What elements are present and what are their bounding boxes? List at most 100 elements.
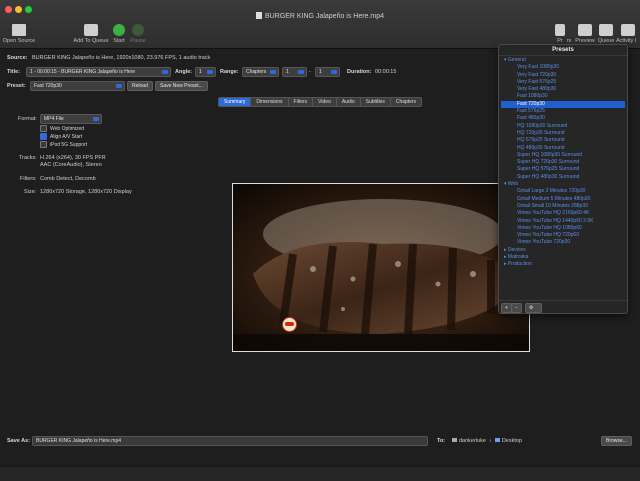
- preset-item[interactable]: Vimeo YouTube HQ 1080p60: [501, 225, 625, 232]
- presets-list: ▾ General Very Fast 1080p30 Very Fast 720p…: [501, 57, 625, 269]
- tab-summary[interactable]: Summary: [219, 98, 252, 106]
- range-to-select[interactable]: 1: [315, 67, 340, 77]
- preset-item[interactable]: Vimeo YouTube HQ 2160p60 4K: [501, 210, 625, 217]
- range-type-select[interactable]: Chapters: [242, 67, 279, 77]
- preset-item[interactable]: Super HQ 720p30 Surround: [501, 159, 625, 166]
- preset-group-general[interactable]: ▾ General: [501, 57, 625, 64]
- tab-subtitles[interactable]: Subtitles: [360, 98, 391, 106]
- film-clapper-icon: [12, 24, 26, 36]
- pause-button[interactable]: Pause: [128, 24, 148, 44]
- tab-video[interactable]: Video: [313, 98, 337, 106]
- remove-preset-button[interactable]: −: [511, 303, 522, 313]
- preset-item[interactable]: Vimeo YouTube HQ 1440p60 2.5K: [501, 218, 625, 225]
- tab-dimensions[interactable]: Dimensions: [251, 98, 289, 106]
- queue-icon: [599, 24, 613, 36]
- save-as-field[interactable]: BURGER KING Jalapeño is Here.mp4: [32, 436, 428, 446]
- preset-item[interactable]: Very Fast 576p25: [501, 79, 625, 86]
- activity-button[interactable]: Activity I: [616, 24, 640, 44]
- preset-item[interactable]: Very Fast 480p30: [501, 86, 625, 93]
- preview-icon: [578, 24, 592, 36]
- presets-panel-footer: + − ⚙: [499, 300, 627, 313]
- align-av-checkbox[interactable]: Align A/V Start: [40, 133, 82, 140]
- preset-item[interactable]: Super HQ 576p25 Surround: [501, 166, 625, 173]
- ipod-support-checkbox[interactable]: iPod 5G Support: [40, 141, 87, 148]
- preset-item[interactable]: Fast 480p30: [501, 115, 625, 122]
- angle-label: Angle:: [175, 69, 193, 75]
- presets-panel-title: Presets: [499, 45, 627, 56]
- preset-group-production[interactable]: ▸ Production: [501, 261, 625, 268]
- preset-label: Preset:: [7, 83, 26, 89]
- save-new-preset-button[interactable]: Save New Preset...: [155, 81, 208, 91]
- to-label: To:: [437, 438, 446, 444]
- title-label: Title:: [7, 69, 21, 75]
- source-info: BURGER KING Jalapeño is Here, 1920x1080,…: [32, 55, 211, 61]
- add-to-queue-label: Add To Queue: [73, 38, 109, 44]
- tracks-video: H.264 (x264), 30 FPS PFR: [40, 155, 106, 161]
- size-label: Size:: [24, 189, 37, 195]
- tracks-label: Tracks:: [19, 155, 37, 161]
- status-bar: [0, 466, 640, 481]
- angle-select[interactable]: 1: [195, 67, 216, 77]
- browse-button[interactable]: Browse...: [601, 436, 632, 446]
- settings-tabs: Summary Dimensions Filters Video Audio S…: [218, 97, 423, 107]
- video-preview[interactable]: [232, 183, 530, 352]
- preset-options-button[interactable]: ⚙: [525, 303, 543, 313]
- preset-group-devices[interactable]: ▸ Devices: [501, 247, 625, 254]
- preset-item[interactable]: Super HQ 480p30 Surround: [501, 174, 625, 181]
- activity-icon: [621, 24, 635, 36]
- preset-item[interactable]: HQ 576p25 Surround: [501, 137, 625, 144]
- preset-group-matroska[interactable]: ▸ Matroska: [501, 254, 625, 261]
- preset-item[interactable]: Gmail Medium 5 Minutes 480p30: [501, 196, 625, 203]
- filters-value: Comb Detect, Decomb: [40, 176, 96, 182]
- gear-icon: ⚙: [529, 305, 534, 311]
- open-source-label: Open Source: [2, 38, 36, 44]
- preset-item[interactable]: HQ 480p30 Surround: [501, 145, 625, 152]
- queue-button[interactable]: Queue: [596, 24, 616, 44]
- save-row: Save As: BURGER KING Jalapeño is Here.mp…: [0, 432, 640, 450]
- add-to-queue-button[interactable]: Add To Queue: [72, 24, 110, 44]
- range-from-select[interactable]: 1: [282, 67, 307, 77]
- preset-select[interactable]: Fast 720p30: [30, 81, 125, 91]
- save-as-label: Save As:: [7, 438, 31, 444]
- source-row: Source: BURGER KING Jalapeño is Here, 19…: [7, 55, 210, 61]
- document-icon: [255, 12, 262, 19]
- preset-item[interactable]: HQ 1080p30 Surround: [501, 123, 625, 130]
- title-select[interactable]: 1 - 00:00:15 - BURGER KING Jalapeño is H…: [26, 67, 171, 77]
- range-label: Range:: [220, 69, 239, 75]
- preset-item[interactable]: Vimeo YouTube 720p30: [501, 239, 625, 246]
- preset-item[interactable]: Fast 720p30: [501, 100, 625, 109]
- preview-button[interactable]: Preview: [574, 24, 596, 44]
- preset-item[interactable]: Super HQ 1080p30 Surround: [501, 152, 625, 159]
- tab-chapters[interactable]: Chapters: [390, 98, 422, 106]
- preset-item[interactable]: Very Fast 720p30: [501, 72, 625, 79]
- preset-group-web[interactable]: ▾ Web: [501, 181, 625, 188]
- tab-audio[interactable]: Audio: [336, 98, 361, 106]
- preset-item[interactable]: Fast 1080p30: [501, 93, 625, 100]
- range-dash: -: [309, 69, 311, 75]
- preset-item[interactable]: Fast 576p25: [501, 108, 625, 115]
- tab-filters[interactable]: Filters: [288, 98, 314, 106]
- presets-icon: [555, 24, 565, 36]
- filters-label: Filters:: [20, 176, 37, 182]
- burger-patty-image: [233, 184, 529, 351]
- reload-preset-button[interactable]: Reload: [127, 81, 153, 91]
- destination-path[interactable]: dankerluke › Desktop: [452, 438, 522, 444]
- window-title-text: BURGER KING Jalapeño is Here.mp4: [264, 13, 385, 20]
- start-button[interactable]: Start: [110, 24, 128, 44]
- web-optimized-checkbox[interactable]: Web Optimized: [40, 125, 84, 132]
- preset-item[interactable]: Gmail Small 10 Minutes 288p30: [501, 203, 625, 210]
- pause-icon: [132, 24, 144, 36]
- preset-item[interactable]: Very Fast 1080p30: [501, 64, 625, 71]
- window-title: BURGER KING Jalapeño is Here.mp4: [0, 12, 640, 20]
- preset-item[interactable]: Gmail Large 3 Minutes 720p30: [501, 188, 625, 195]
- presets-panel: Presets ▾ General Very Fast 1080p30 Very F…: [498, 44, 628, 314]
- format-label: Format:: [18, 116, 37, 122]
- folder-icon: [494, 438, 500, 442]
- format-select[interactable]: MP4 File: [40, 114, 102, 124]
- home-folder-icon: [452, 438, 457, 442]
- preset-item[interactable]: HQ 720p30 Surround: [501, 130, 625, 137]
- pause-label: Pause: [130, 38, 146, 44]
- source-label: Source:: [7, 55, 28, 61]
- open-source-button[interactable]: Open Source: [2, 24, 36, 44]
- preset-item[interactable]: Vimeo YouTube HQ 720p60: [501, 232, 625, 239]
